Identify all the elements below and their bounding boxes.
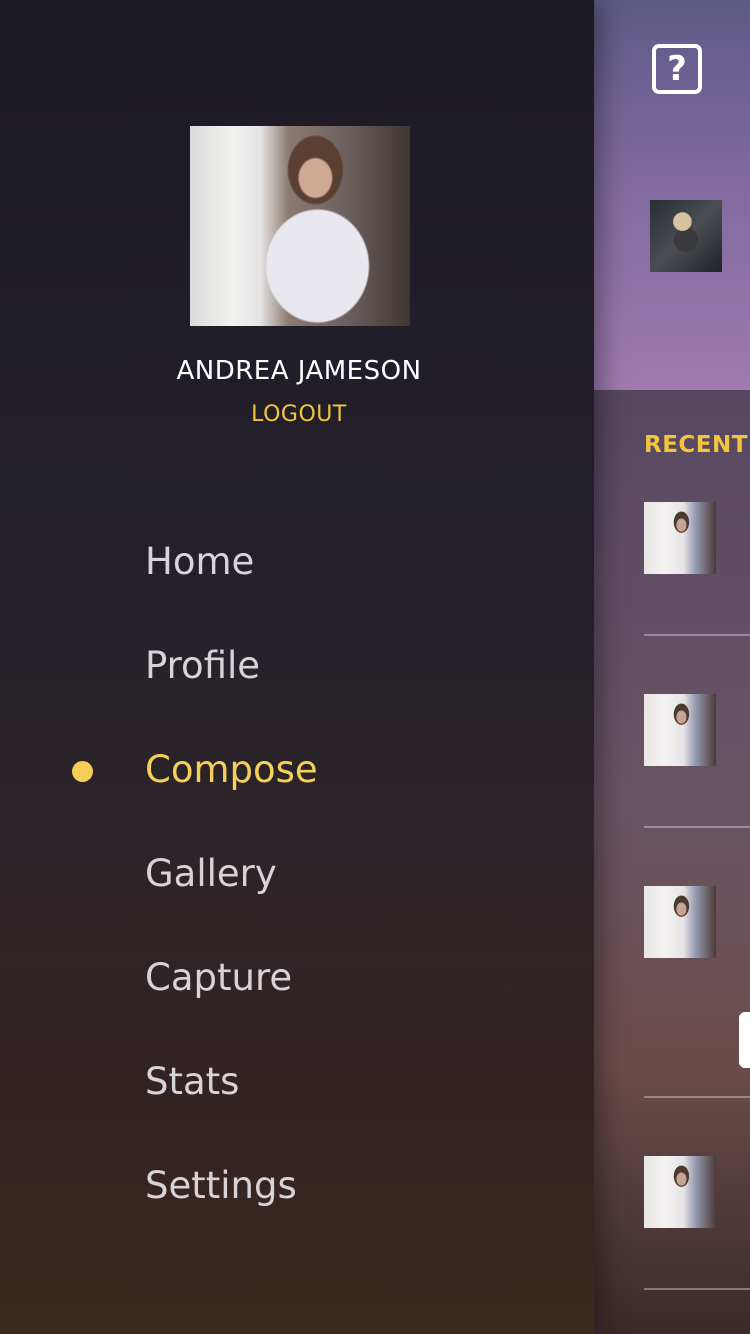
header-thumbnail[interactable] — [650, 200, 722, 272]
user-name: ANDREA JAMESON — [176, 356, 422, 386]
question-mark-icon: ? — [667, 49, 687, 89]
logout-link[interactable]: LOGOUT — [0, 402, 598, 427]
recent-item-thumbnail[interactable] — [644, 1156, 716, 1228]
nav-item-profile[interactable]: Profile — [145, 644, 260, 687]
nav-item-compose[interactable]: Compose — [145, 748, 318, 791]
navigation-drawer: ANDREA JAMESON LOGOUT Home Profile Compo… — [0, 0, 594, 1334]
recent-divider — [644, 634, 750, 636]
recent-divider — [644, 826, 750, 828]
recent-divider — [644, 1288, 750, 1290]
recent-item-thumbnail[interactable] — [644, 694, 716, 766]
help-button[interactable]: ? — [652, 44, 702, 94]
recent-item-thumbnail[interactable] — [644, 886, 716, 958]
nav-item-home[interactable]: Home — [145, 540, 254, 583]
nav-item-stats[interactable]: Stats — [145, 1060, 239, 1103]
active-indicator-dot — [72, 761, 93, 782]
recent-section-title: RECENT C — [644, 432, 750, 458]
avatar[interactable] — [190, 126, 410, 326]
recent-divider — [644, 1096, 750, 1098]
nav-item-gallery[interactable]: Gallery — [145, 852, 277, 895]
recent-item-thumbnail[interactable] — [644, 502, 716, 574]
nav-item-capture[interactable]: Capture — [145, 956, 292, 999]
nav-item-settings[interactable]: Settings — [145, 1164, 297, 1207]
side-tab[interactable] — [739, 1012, 750, 1068]
